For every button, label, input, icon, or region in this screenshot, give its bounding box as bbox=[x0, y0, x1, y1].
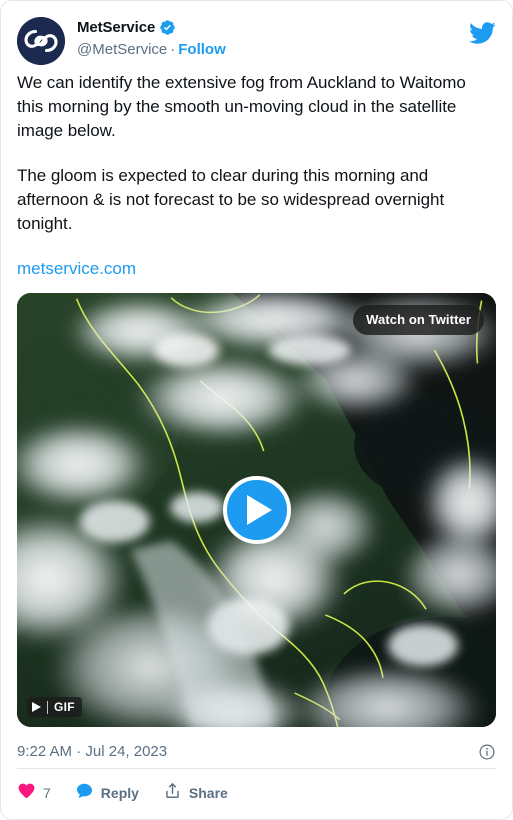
tweet-external-link[interactable]: metservice.com bbox=[17, 257, 136, 281]
tweet-media[interactable]: Watch on Twitter GIF bbox=[17, 293, 496, 728]
watch-on-twitter-button[interactable]: Watch on Twitter bbox=[353, 305, 484, 335]
reply-label: Reply bbox=[100, 785, 139, 801]
tweet-paragraph-1: We can identify the extensive fog from A… bbox=[17, 73, 466, 140]
tweet-date: Jul 24, 2023 bbox=[85, 743, 168, 761]
like-action[interactable]: 7 bbox=[17, 781, 51, 805]
reply-action[interactable]: Reply bbox=[75, 781, 139, 805]
info-circle-icon[interactable] bbox=[478, 743, 496, 761]
reply-bubble-icon bbox=[75, 781, 94, 805]
gif-badge-label: GIF bbox=[54, 700, 75, 715]
verified-badge-icon bbox=[159, 19, 176, 36]
heart-icon bbox=[17, 781, 36, 805]
tweet-time: 9:22 AM bbox=[17, 743, 73, 761]
share-label: Share bbox=[188, 785, 228, 801]
share-icon bbox=[163, 781, 182, 805]
meta-separator: · bbox=[76, 743, 82, 761]
embedded-tweet-card: MetService @MetService · Follow We can ide… bbox=[0, 0, 513, 820]
display-name[interactable]: MetService bbox=[77, 18, 155, 37]
gif-badge-divider bbox=[47, 700, 48, 714]
tweet-body: We can identify the extensive fog from A… bbox=[1, 65, 512, 293]
tweet-actions: 7 Reply Share bbox=[1, 769, 512, 819]
like-count: 7 bbox=[43, 785, 51, 801]
gif-badge[interactable]: GIF bbox=[27, 697, 82, 718]
avatar[interactable] bbox=[17, 17, 65, 65]
account-handle[interactable]: @MetService bbox=[77, 41, 167, 58]
handle-row: @MetService · Follow bbox=[77, 40, 226, 59]
play-button[interactable] bbox=[222, 476, 291, 545]
tweet-meta-row: 9:22 AM · Jul 24, 2023 bbox=[1, 727, 512, 764]
tweet-header: MetService @MetService · Follow bbox=[1, 1, 512, 65]
play-icon bbox=[247, 495, 272, 526]
tweet-timestamp[interactable]: 9:22 AM · Jul 24, 2023 bbox=[17, 743, 167, 760]
display-name-row: MetService bbox=[77, 18, 226, 37]
share-action[interactable]: Share bbox=[163, 781, 228, 805]
metservice-logo-icon bbox=[17, 17, 65, 65]
tweet-paragraph-2: The gloom is expected to clear during th… bbox=[17, 166, 445, 233]
handle-separator: · bbox=[170, 41, 176, 58]
gif-play-icon bbox=[32, 702, 41, 713]
follow-button[interactable]: Follow bbox=[178, 41, 226, 58]
account-identity: MetService @MetService · Follow bbox=[77, 17, 226, 59]
twitter-bird-icon[interactable] bbox=[468, 19, 496, 47]
